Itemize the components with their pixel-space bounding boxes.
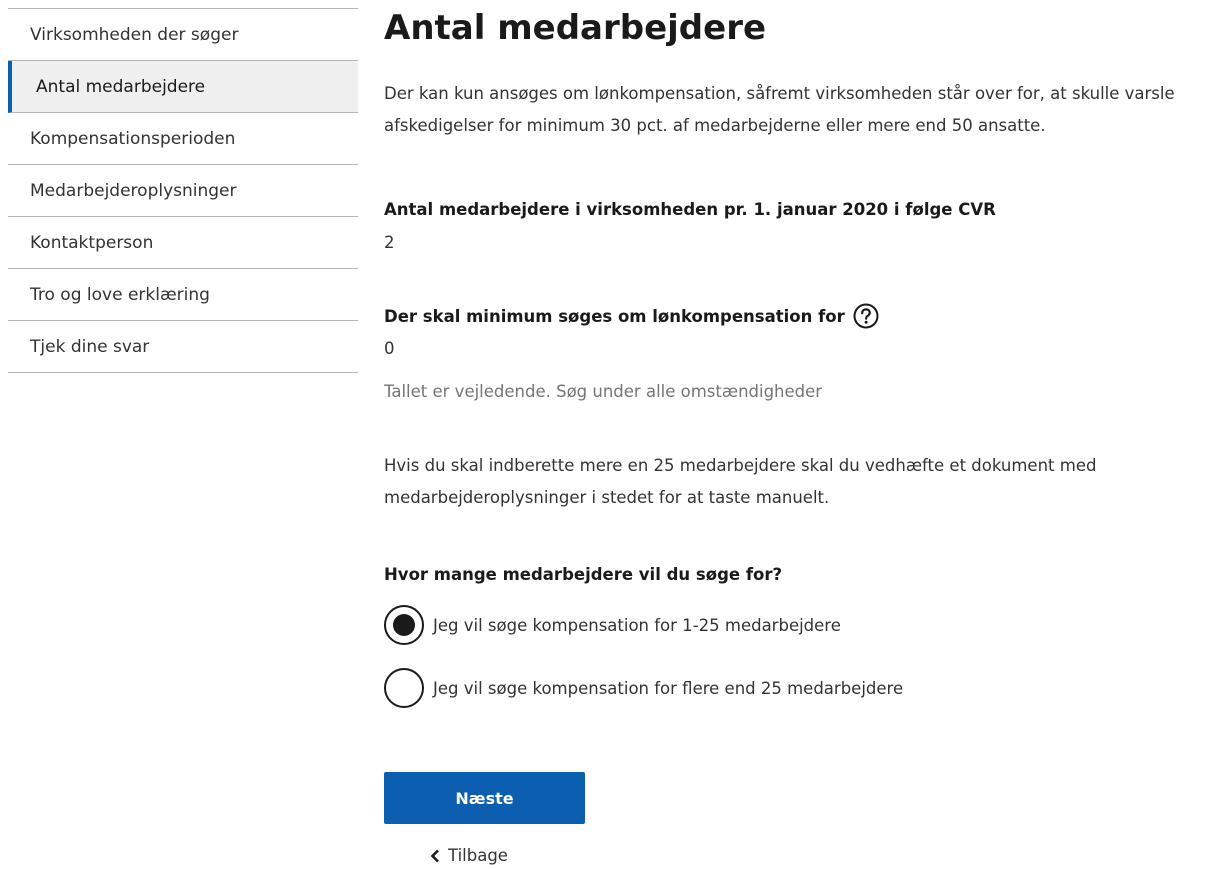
next-button[interactable]: Næste <box>384 772 585 824</box>
minimum-value: 0 <box>384 339 395 358</box>
minimum-hint: Tallet er vejledende. Søg under alle oms… <box>384 382 823 401</box>
sidebar-item-medarbejderoplysninger[interactable]: Medarbejderoplysninger <box>8 165 358 217</box>
radio-option-more-than-25[interactable]: Jeg vil søge kompensation for flere end … <box>384 668 903 708</box>
minimum-label: Der skal minimum søges om lønkompensatio… <box>384 302 880 330</box>
radio-button-selected[interactable] <box>384 605 424 645</box>
radio-option-1-25[interactable]: Jeg vil søge kompensation for 1-25 medar… <box>384 605 841 645</box>
radio-dot <box>393 614 415 636</box>
question-circle-icon[interactable] <box>852 302 880 330</box>
employees-value: 2 <box>384 233 395 252</box>
question-label: Hvor mange medarbejdere vil du søge for? <box>384 565 782 584</box>
employees-label: Antal medarbejdere i virksomheden pr. 1.… <box>384 200 996 219</box>
radio-option-label: Jeg vil søge kompensation for 1-25 medar… <box>433 615 841 635</box>
sidebar-item-kompensationsperioden[interactable]: Kompensationsperioden <box>8 113 358 165</box>
sidebar-item-antal-medarbejdere[interactable]: Antal medarbejdere <box>8 61 358 113</box>
radio-option-label: Jeg vil søge kompensation for flere end … <box>433 678 904 698</box>
sidebar-item-tro-og-love[interactable]: Tro og love erklæring <box>8 269 358 321</box>
attachment-info-text: Hvis du skal indberette mere en 25 medar… <box>384 456 1097 507</box>
radio-button[interactable] <box>384 668 424 708</box>
intro-text: Der kan kun ansøges om lønkompensation, … <box>384 84 1175 135</box>
sidebar-item-tjek-dine-svar[interactable]: Tjek dine svar <box>8 321 358 373</box>
sidebar-item-kontaktperson[interactable]: Kontaktperson <box>8 217 358 269</box>
chevron-left-icon <box>430 849 440 863</box>
minimum-label-text: Der skal minimum søges om lønkompensatio… <box>384 306 845 326</box>
question-label-text: Hvor mange medarbejdere vil du søge for? <box>384 565 783 584</box>
back-link[interactable]: Tilbage <box>430 846 508 865</box>
employees-label-text: Antal medarbejdere i virksomheden pr. 1.… <box>384 200 996 219</box>
page-title: Antal medarbejdere <box>384 8 767 48</box>
sidebar-item-virksomheden[interactable]: Virksomheden der søger <box>8 9 358 61</box>
sidebar-nav: Virksomheden der søger Antal medarbejder… <box>8 8 358 373</box>
back-link-label: Tilbage <box>448 846 508 865</box>
